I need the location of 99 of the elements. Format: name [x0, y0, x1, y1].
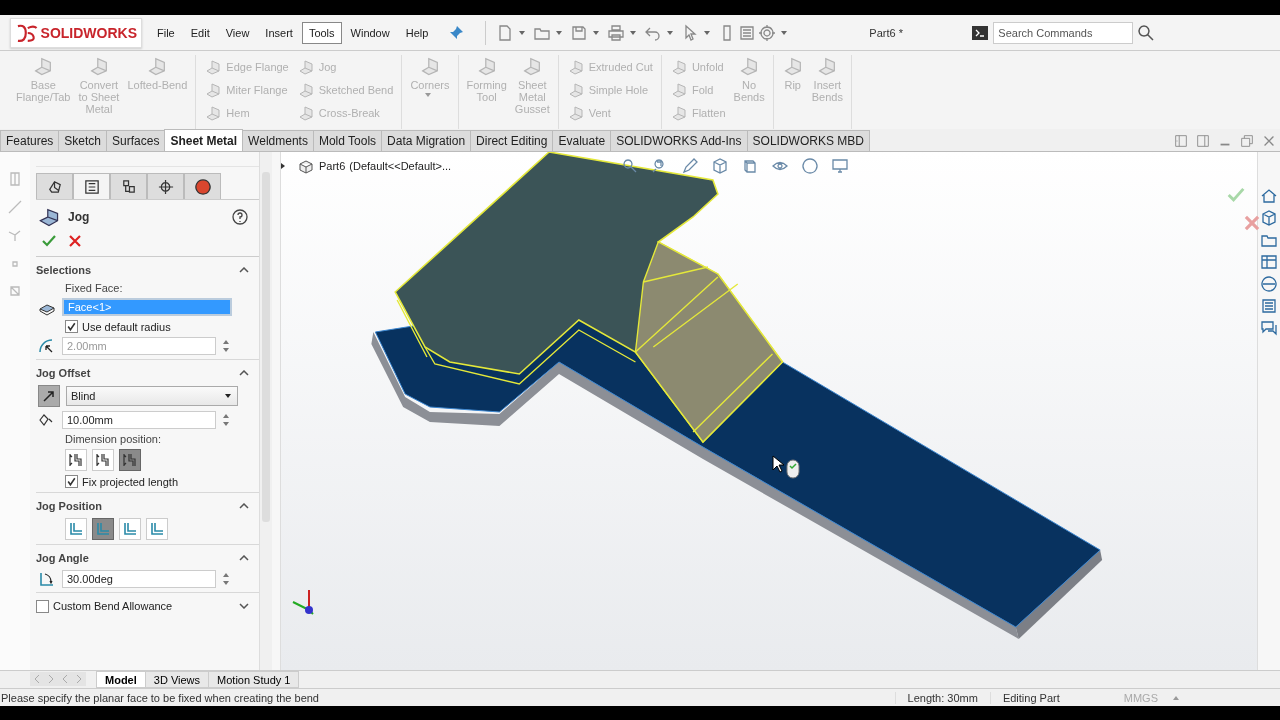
menu-item[interactable]: View — [218, 21, 257, 44]
house-icon[interactable] — [1260, 187, 1278, 205]
grid-icon[interactable] — [1260, 253, 1278, 271]
configuration-name[interactable]: (Default<<Default>... — [349, 160, 452, 172]
printer-icon[interactable] — [607, 23, 626, 42]
jog-dimension-icon — [67, 451, 85, 469]
command-tab[interactable]: Weldments — [242, 130, 314, 151]
command-tab[interactable]: Direct Editing — [470, 130, 554, 151]
logo-button[interactable]: SOLIDWORKS — [10, 17, 142, 48]
command-tab[interactable]: SOLIDWORKS Add-Ins — [610, 130, 748, 151]
chevron-icon[interactable] — [239, 603, 249, 609]
dimxpert-tab[interactable] — [147, 173, 184, 199]
scroll-bar[interactable] — [259, 152, 272, 670]
command-tab[interactable]: Surfaces — [106, 130, 166, 151]
jog-position-icon — [67, 520, 85, 538]
jog-position-icon — [94, 520, 112, 538]
crosshair-icon — [156, 177, 175, 196]
command-tab[interactable]: Evaluate — [552, 130, 612, 151]
folded-sheet-icon — [204, 57, 223, 76]
field-label: Fixed Face: — [65, 282, 124, 294]
menu-item[interactable]: Tools — [301, 21, 342, 44]
menu-item[interactable]: Edit — [183, 21, 217, 44]
command-tab[interactable]: SOLIDWORKS MBD — [746, 130, 870, 151]
display-tab[interactable] — [184, 173, 221, 199]
field-label: Dimension position: — [65, 433, 162, 445]
window-title: Part6 * — [869, 26, 904, 39]
document-tab[interactable]: Motion Study 1 — [208, 671, 300, 688]
config-tab[interactable] — [110, 173, 147, 199]
spinner-icon[interactable] — [222, 338, 230, 354]
jog-position-icon — [121, 520, 139, 538]
jog-position-icon — [148, 520, 166, 538]
command-prompt-icon — [971, 23, 990, 42]
checkmark-icon — [66, 476, 77, 487]
expand-arrow-icon[interactable] — [281, 163, 285, 169]
section-title: Selections — [36, 264, 92, 276]
caret-icon[interactable] — [225, 394, 231, 398]
spinner-icon[interactable] — [222, 412, 230, 428]
pencil-icon[interactable] — [681, 157, 699, 175]
editing-mode: Editing Part — [989, 691, 1072, 704]
command-tab[interactable]: Sheet Metal — [164, 129, 244, 151]
section-title: Jog Position — [36, 500, 102, 512]
document-tab[interactable]: 3D Views — [144, 671, 210, 688]
jog-feature-icon — [38, 206, 60, 228]
logo-mark-icon — [15, 22, 39, 43]
magnifier-icon[interactable] — [621, 157, 639, 175]
reverse-direction-button[interactable] — [38, 385, 60, 407]
sphere-icon[interactable] — [801, 157, 819, 175]
document-tab[interactable]: Model — [96, 671, 146, 688]
cube-icon[interactable] — [1260, 209, 1278, 227]
restore-icon[interactable] — [1239, 133, 1255, 149]
gear-icon[interactable] — [758, 23, 777, 42]
mouse-cursor-icon — [771, 454, 803, 480]
dimension-position-button[interactable] — [119, 449, 141, 471]
chevron-icon[interactable] — [239, 503, 249, 509]
menu-item[interactable]: Insert — [258, 21, 300, 44]
fix-projected-length-checkbox[interactable]: Fix projected length — [65, 475, 249, 488]
status-message: Please specify the planar face to be fixed when creating the bend — [1, 691, 319, 704]
panel-left-icon[interactable] — [1173, 133, 1189, 149]
list-icon — [82, 177, 101, 196]
folded-sheet-icon — [204, 103, 223, 122]
section-title: Jog Angle — [36, 552, 89, 564]
menu-item[interactable]: File — [150, 21, 182, 44]
angle-icon — [38, 570, 56, 588]
search-field[interactable]: Search Commands — [993, 21, 1134, 44]
checkmark-icon — [66, 321, 77, 332]
menu-item[interactable]: Help — [398, 21, 436, 44]
jog-dimension-icon — [121, 451, 139, 469]
chevron-icon[interactable] — [239, 267, 249, 273]
use-default-radius-checkbox[interactable]: Use default radius — [65, 320, 249, 333]
panel-right-icon[interactable] — [1195, 133, 1211, 149]
part-name[interactable]: Part6 — [319, 160, 346, 172]
chevron-icon[interactable] — [239, 370, 249, 376]
spinner-icon[interactable] — [222, 571, 230, 587]
list-icon[interactable] — [738, 23, 757, 42]
tree-tool-icon[interactable] — [6, 198, 24, 216]
cube-icon[interactable] — [741, 157, 759, 175]
folded-sheet-icon — [204, 80, 223, 99]
feature-tab[interactable] — [36, 173, 73, 199]
cube-icon[interactable] — [711, 157, 729, 175]
end-condition-dropdown[interactable]: Blind — [66, 386, 238, 406]
menu-item[interactable]: Window — [343, 21, 397, 44]
distance-field[interactable]: 10.00mm — [62, 411, 216, 429]
command-tab[interactable]: Data Migration — [381, 130, 472, 151]
section-title: Jog Offset — [36, 367, 91, 379]
length-readout: Length: 30mm — [894, 691, 990, 704]
custom-bend-allowance-checkbox[interactable]: Custom Bend Allowance — [36, 599, 173, 613]
help-icon[interactable] — [231, 208, 249, 226]
monitor-icon[interactable] — [831, 157, 849, 175]
chevron-icon[interactable] — [239, 555, 249, 561]
command-tab[interactable]: Mold Tools — [312, 130, 383, 151]
command-tab[interactable]: Features — [0, 130, 60, 151]
speech-bubble-icon[interactable] — [1260, 319, 1278, 337]
angle-field[interactable]: 30.00deg — [62, 570, 216, 588]
command-tab[interactable]: Sketch — [58, 130, 108, 151]
jog-dimension-icon — [94, 451, 112, 469]
search-icon[interactable] — [1137, 23, 1156, 42]
list-icon[interactable] — [1260, 297, 1278, 315]
property-tab[interactable] — [73, 173, 110, 199]
feature-title: Jog — [68, 210, 90, 224]
